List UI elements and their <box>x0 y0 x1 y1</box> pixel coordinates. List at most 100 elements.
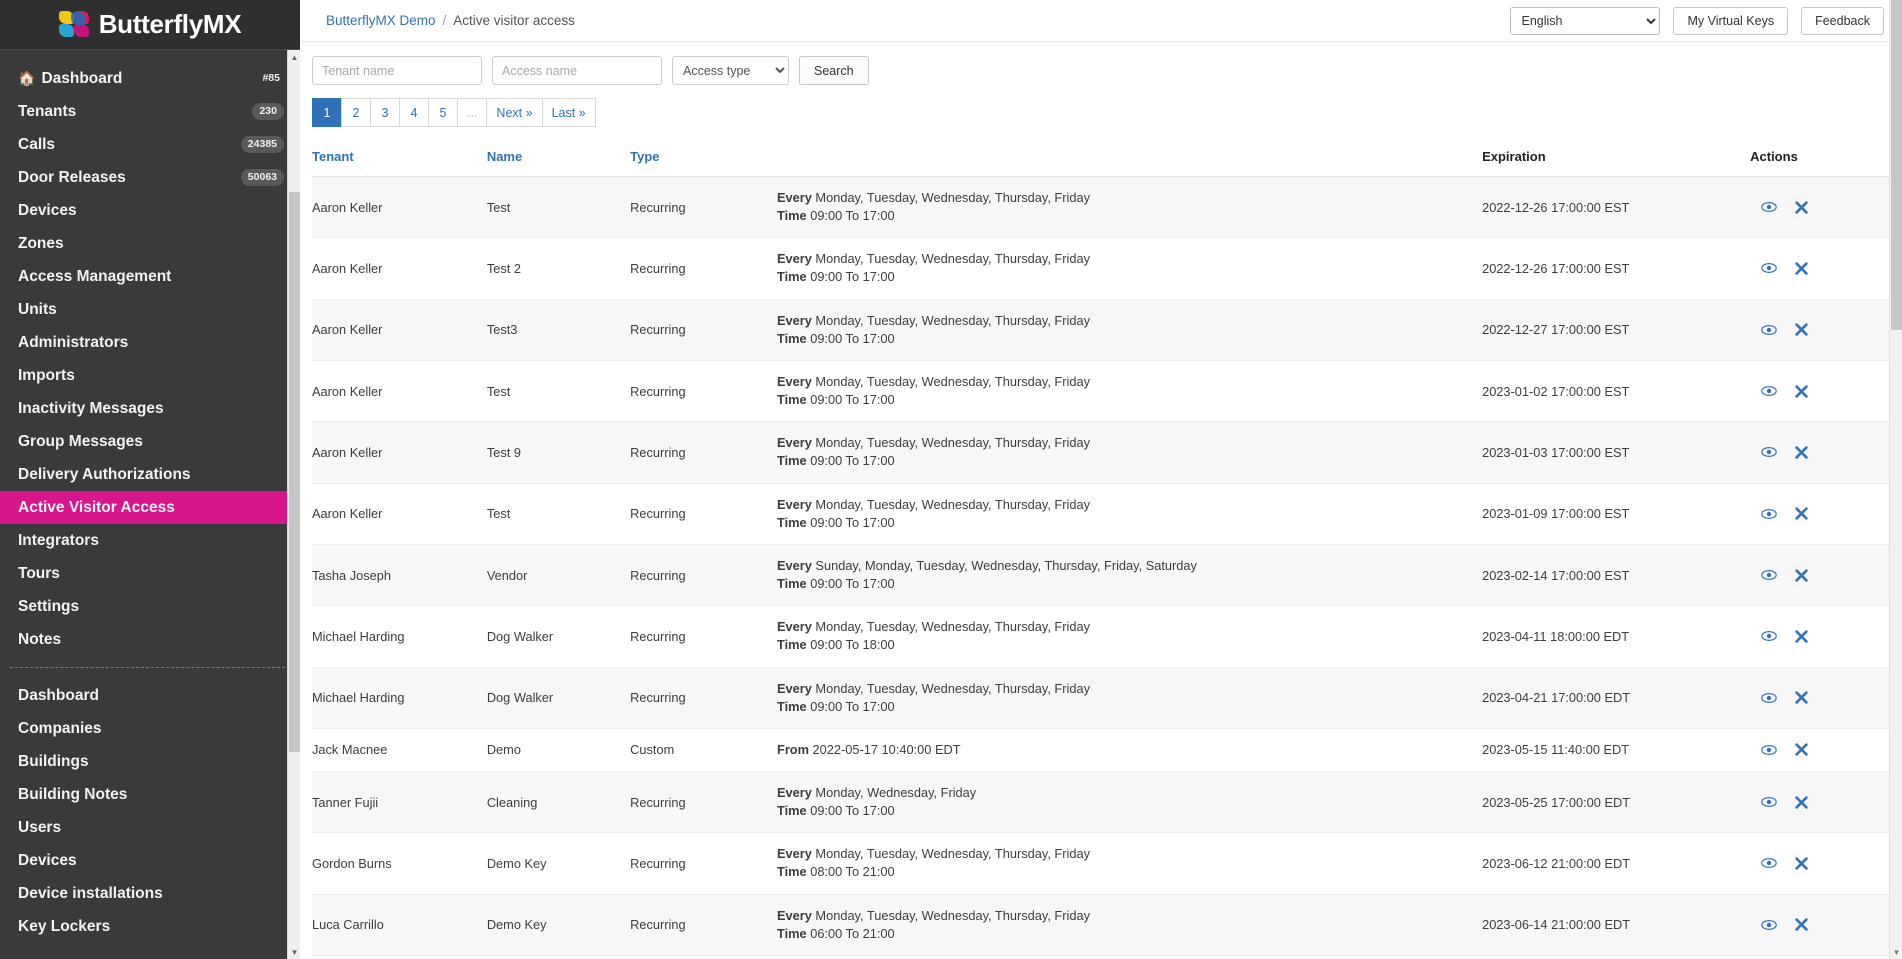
sidebar-item-label: Users <box>18 819 284 837</box>
sidebar-item-tenants[interactable]: Tenants230 <box>0 95 300 128</box>
table-row[interactable]: Luca CarrilloDemo KeyRecurringEvery Mond… <box>312 894 1890 955</box>
cell-actions <box>1750 238 1890 299</box>
view-access-button[interactable] <box>1758 382 1780 400</box>
page-scroll-down-icon[interactable]: ▼ <box>1890 945 1902 959</box>
view-access-button[interactable] <box>1758 916 1780 934</box>
sidebar-item-delivery-authorizations[interactable]: Delivery Authorizations <box>0 458 300 491</box>
delete-access-button[interactable] <box>1790 741 1812 759</box>
table-row[interactable]: Aaron KellerTestRecurringEvery Monday, T… <box>312 177 1890 238</box>
cell-tenant: Aaron Keller <box>312 360 487 421</box>
table-row[interactable]: Tasha JosephVendorRecurringEvery Sunday,… <box>312 544 1890 605</box>
delete-access-button[interactable] <box>1790 854 1812 872</box>
view-access-button[interactable] <box>1758 689 1780 707</box>
pagination-page-2[interactable]: 2 <box>341 98 370 127</box>
sidebar-item-key-lockers[interactable]: Key Lockers <box>0 910 300 943</box>
sidebar-item-inactivity-messages[interactable]: Inactivity Messages <box>0 392 300 425</box>
table-row[interactable]: Gordon BurnsDemo KeyRecurringEvery Monda… <box>312 833 1890 894</box>
sidebar-item-notes[interactable]: Notes <box>0 623 300 656</box>
sidebar-item-building-notes[interactable]: Building Notes <box>0 778 300 811</box>
breadcrumb-link-demo[interactable]: ButterflyMX Demo <box>326 13 436 28</box>
feedback-button[interactable]: Feedback <box>1801 7 1884 35</box>
brand-logo[interactable]: ButterflyMX <box>0 0 300 49</box>
pagination-page-5[interactable]: 5 <box>428 98 457 127</box>
column-header-type[interactable]: Type <box>630 143 777 177</box>
delete-access-button[interactable] <box>1790 382 1812 400</box>
sidebar-item-integrators[interactable]: Integrators <box>0 524 300 557</box>
sidebar-item-companies[interactable]: Companies <box>0 712 300 745</box>
sidebar-item-label: Buildings <box>18 753 284 771</box>
sidebar-item-administrators[interactable]: Administrators <box>0 326 300 359</box>
column-header-tenant[interactable]: Tenant <box>312 143 487 177</box>
view-access-button[interactable] <box>1758 505 1780 523</box>
delete-access-button[interactable] <box>1790 321 1812 339</box>
view-access-button[interactable] <box>1758 566 1780 584</box>
table-row[interactable]: Aaron KellerTest 9RecurringEvery Monday,… <box>312 422 1890 483</box>
sidebar-item-tours[interactable]: Tours <box>0 557 300 590</box>
eye-icon <box>1761 796 1777 808</box>
sidebar-item-access-management[interactable]: Access Management <box>0 260 300 293</box>
sidebar-item-devices[interactable]: Devices <box>0 194 300 227</box>
table-row[interactable]: Michael HardingDog WalkerRecurringEvery … <box>312 606 1890 667</box>
table-row[interactable]: Michael HardingDog WalkerRecurringEvery … <box>312 667 1890 728</box>
sidebar-item-units[interactable]: Units <box>0 293 300 326</box>
pagination-next-button[interactable]: Next » <box>486 98 541 127</box>
sidebar-item-settings[interactable]: Settings <box>0 590 300 623</box>
access-name-input[interactable] <box>492 56 662 85</box>
sidebar-item-group-messages[interactable]: Group Messages <box>0 425 300 458</box>
sidebar-item-imports[interactable]: Imports <box>0 359 300 392</box>
view-access-button[interactable] <box>1758 741 1780 759</box>
tenant-name-input[interactable] <box>312 56 482 85</box>
pagination-page-4[interactable]: 4 <box>399 98 428 127</box>
table-row[interactable]: Michael HardingMaster keyCustomFrom 2022… <box>312 955 1890 959</box>
sidebar-item-zones[interactable]: Zones <box>0 227 300 260</box>
table-row[interactable]: Aaron KellerTestRecurringEvery Monday, T… <box>312 360 1890 421</box>
view-access-button[interactable] <box>1758 259 1780 277</box>
language-select[interactable]: English <box>1510 7 1660 35</box>
pagination-page-3[interactable]: 3 <box>370 98 399 127</box>
delete-access-button[interactable] <box>1790 505 1812 523</box>
sidebar-scrollbar-thumb[interactable] <box>289 192 300 752</box>
table-row[interactable]: Aaron KellerTest 2RecurringEvery Monday,… <box>312 238 1890 299</box>
cell-schedule: Every Monday, Wednesday, FridayTime 09:0… <box>777 771 1482 832</box>
delete-access-button[interactable] <box>1790 198 1812 216</box>
my-virtual-keys-button[interactable]: My Virtual Keys <box>1673 7 1788 35</box>
view-access-button[interactable] <box>1758 627 1780 645</box>
cell-type: Recurring <box>630 544 777 605</box>
delete-access-button[interactable] <box>1790 689 1812 707</box>
delete-access-button[interactable] <box>1790 793 1812 811</box>
sidebar-item-calls[interactable]: Calls24385 <box>0 128 300 161</box>
pagination-page-1[interactable]: 1 <box>312 98 341 127</box>
sidebar-item-buildings[interactable]: Buildings <box>0 745 300 778</box>
view-access-button[interactable] <box>1758 793 1780 811</box>
page-scrollbar[interactable]: ▲ ▼ <box>1889 0 1902 959</box>
sidebar-item-door-releases[interactable]: Door Releases50063 <box>0 161 300 194</box>
access-type-select[interactable]: Access type <box>672 56 789 85</box>
delete-access-button[interactable] <box>1790 443 1812 461</box>
view-access-button[interactable] <box>1758 198 1780 216</box>
view-access-button[interactable] <box>1758 854 1780 872</box>
sidebar-item-dashboard[interactable]: 🏠Dashboard#85 <box>0 62 300 95</box>
page-scrollbar-thumb[interactable] <box>1891 0 1902 330</box>
table-row[interactable]: Aaron KellerTestRecurringEvery Monday, T… <box>312 483 1890 544</box>
sidebar-item-dashboard[interactable]: Dashboard <box>0 679 300 712</box>
table-row[interactable]: Jack MacneeDemoCustomFrom 2022-05-17 10:… <box>312 728 1890 771</box>
delete-access-button[interactable] <box>1790 627 1812 645</box>
view-access-button[interactable] <box>1758 443 1780 461</box>
sidebar-item-active-visitor-access[interactable]: Active Visitor Access <box>0 491 300 524</box>
view-access-button[interactable] <box>1758 321 1780 339</box>
table-row[interactable]: Tanner FujiiCleaningRecurringEvery Monda… <box>312 771 1890 832</box>
column-header-name[interactable]: Name <box>487 143 630 177</box>
delete-access-button[interactable] <box>1790 259 1812 277</box>
cell-expiration: 2023-04-11 18:00:00 EDT <box>1482 606 1750 667</box>
close-x-icon <box>1795 630 1808 643</box>
sidebar-scrollbar[interactable]: ▲ ▼ <box>287 50 300 959</box>
pagination-last-button[interactable]: Last » <box>542 98 596 127</box>
delete-access-button[interactable] <box>1790 566 1812 584</box>
sidebar-item-device-installations[interactable]: Device installations <box>0 877 300 910</box>
table-row[interactable]: Aaron KellerTest3RecurringEvery Monday, … <box>312 299 1890 360</box>
sidebar-item-devices[interactable]: Devices <box>0 844 300 877</box>
sidebar-item-users[interactable]: Users <box>0 811 300 844</box>
search-button[interactable]: Search <box>799 56 869 85</box>
cell-actions <box>1750 728 1890 771</box>
delete-access-button[interactable] <box>1790 916 1812 934</box>
